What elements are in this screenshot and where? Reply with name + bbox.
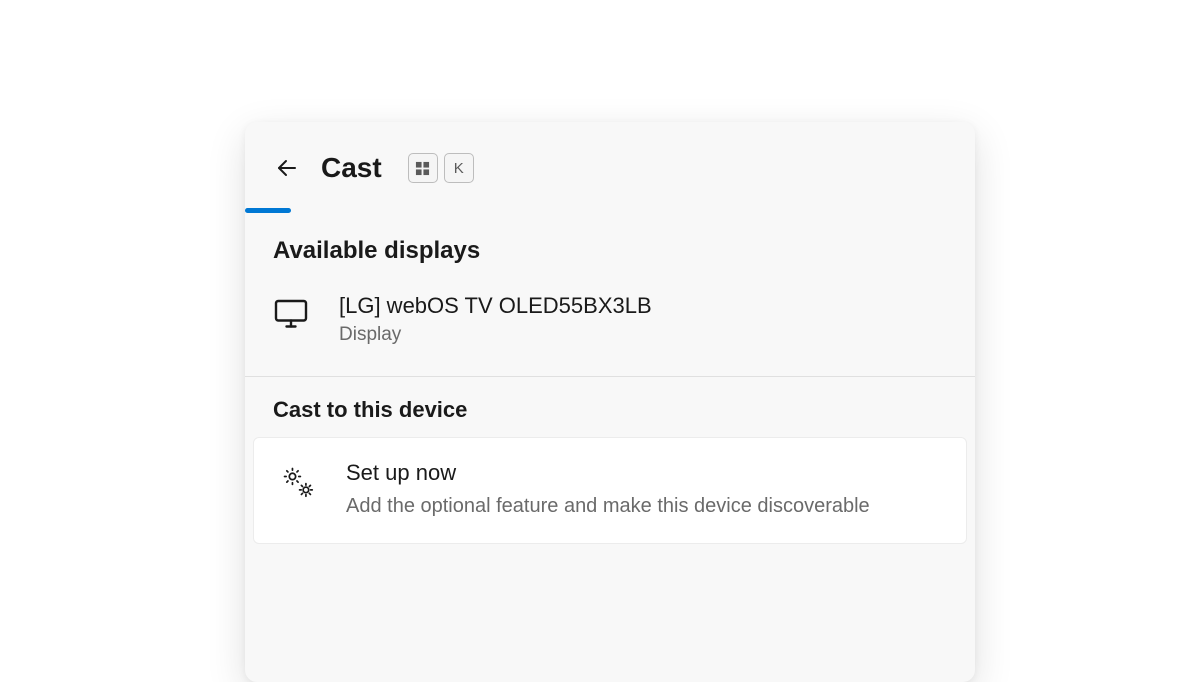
setup-description: Add the optional feature and make this d… bbox=[346, 491, 870, 521]
available-displays-section: Available displays [LG] webOS TV OLED55B… bbox=[245, 213, 975, 376]
setup-now-card[interactable]: Set up now Add the optional feature and … bbox=[253, 437, 967, 544]
back-button[interactable] bbox=[275, 156, 299, 180]
display-type: Display bbox=[339, 324, 652, 346]
display-name: [LG] webOS TV OLED55BX3LB bbox=[339, 291, 652, 322]
gears-icon bbox=[278, 462, 318, 502]
keyboard-shortcut: K bbox=[408, 153, 474, 183]
cast-panel: Cast K Available displays bbox=[245, 122, 975, 682]
display-list-item[interactable]: [LG] webOS TV OLED55BX3LB Display bbox=[273, 291, 947, 366]
setup-card-text: Set up now Add the optional feature and … bbox=[346, 458, 870, 521]
panel-header: Cast K bbox=[245, 122, 975, 206]
windows-key-badge bbox=[408, 153, 438, 183]
panel-title: Cast bbox=[321, 152, 382, 184]
monitor-icon bbox=[273, 295, 309, 331]
k-key-badge: K bbox=[444, 153, 474, 183]
windows-logo-icon bbox=[415, 161, 430, 176]
arrow-left-icon bbox=[275, 156, 299, 180]
display-item-text: [LG] webOS TV OLED55BX3LB Display bbox=[339, 291, 652, 346]
setup-title: Set up now bbox=[346, 458, 870, 489]
cast-to-device-section: Cast to this device Set up now Add the o… bbox=[245, 377, 975, 554]
available-displays-heading: Available displays bbox=[273, 237, 947, 265]
cast-to-device-heading: Cast to this device bbox=[273, 397, 947, 423]
